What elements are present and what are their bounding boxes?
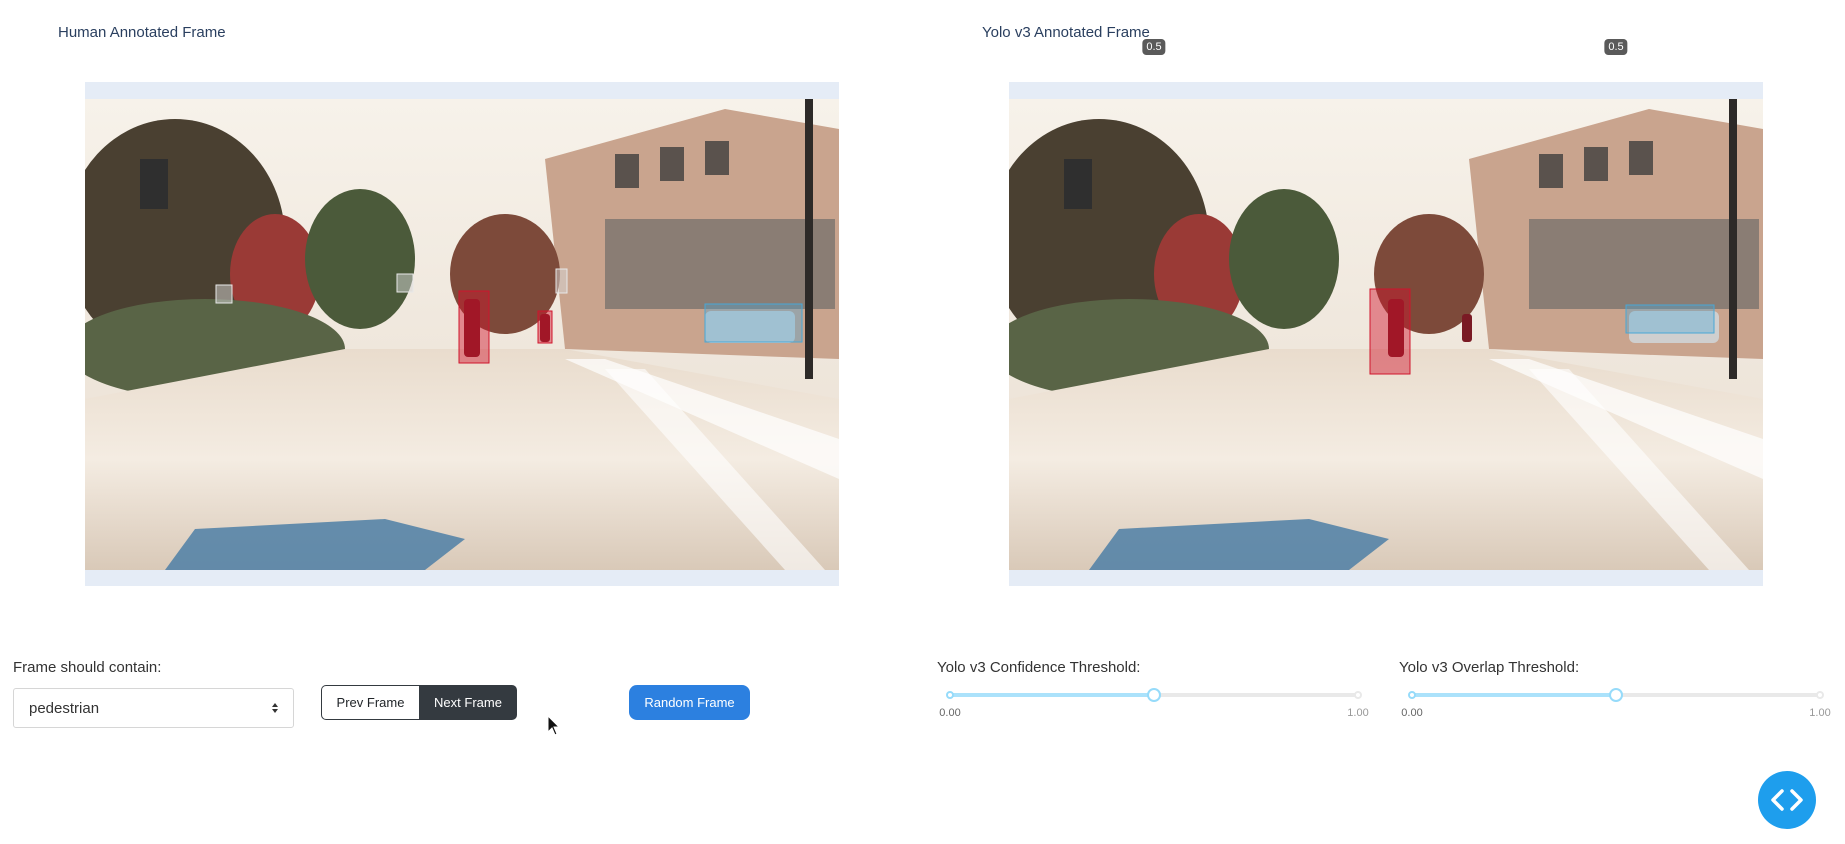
overlap-value-tooltip: 0.5 (1604, 39, 1628, 55)
slider-min-label: 0.00 (1401, 707, 1423, 719)
overlap-threshold-slider[interactable]: 0.00 1.00 (1401, 688, 1831, 729)
mouse-cursor-icon (547, 715, 561, 736)
select-arrows-icon (272, 703, 278, 713)
slider-min-dot (946, 691, 954, 699)
pedestrian-box (537, 310, 553, 344)
traffic-light-box (396, 273, 414, 293)
slider-max-dot (1816, 691, 1824, 699)
next-frame-button[interactable]: Next Frame (419, 685, 517, 720)
slider-min-dot (1408, 691, 1416, 699)
confidence-threshold-slider[interactable]: 0.00 1.00 (939, 688, 1369, 729)
frame-navigation-group: Prev Frame Next Frame (321, 685, 517, 720)
slider-max-label: 1.00 (1347, 707, 1369, 719)
yolo-annotated-figure[interactable] (1009, 82, 1763, 586)
slider-track (950, 693, 1154, 697)
slider-handle[interactable] (1609, 688, 1623, 702)
traffic-light-box (555, 268, 568, 294)
human-annotated-figure[interactable] (85, 82, 839, 586)
object-type-select-value: pedestrian (29, 700, 100, 717)
slider-track (1412, 693, 1616, 697)
street-scene-image (85, 99, 839, 570)
prev-frame-button[interactable]: Prev Frame (321, 685, 419, 720)
random-frame-button[interactable]: Random Frame (629, 685, 750, 720)
confidence-value-tooltip: 0.5 (1142, 39, 1166, 55)
overlap-threshold-label: Yolo v3 Overlap Threshold: (1399, 659, 1580, 676)
slider-min-label: 0.00 (939, 707, 961, 719)
car-box (1625, 304, 1715, 334)
pedestrian-box (1369, 288, 1411, 375)
street-scene-image (1009, 99, 1763, 570)
human-annotated-title: Human Annotated Frame (58, 24, 226, 41)
yolo-annotated-title: Yolo v3 Annotated Frame (982, 24, 1150, 41)
frame-contain-label: Frame should contain: (13, 659, 162, 676)
code-brackets-icon (1771, 789, 1803, 811)
traffic-light-box (215, 284, 233, 304)
object-type-select[interactable]: pedestrian (13, 688, 294, 728)
slider-handle[interactable] (1147, 688, 1161, 702)
view-source-button[interactable] (1758, 771, 1816, 829)
confidence-threshold-label: Yolo v3 Confidence Threshold: (937, 659, 1141, 676)
slider-max-label: 1.00 (1809, 707, 1831, 719)
slider-max-dot (1354, 691, 1362, 699)
car-box (704, 303, 803, 343)
pedestrian-box (458, 290, 490, 364)
